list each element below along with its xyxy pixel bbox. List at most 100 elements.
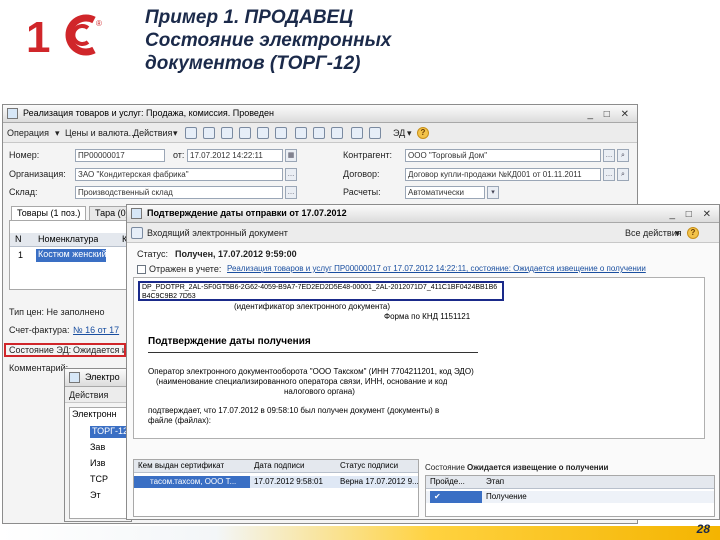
price-type-label[interactable]: Тип цен: Не заполнено — [9, 307, 105, 317]
actions-menu[interactable]: Действия — [69, 388, 108, 402]
footer-bar — [0, 526, 720, 540]
slide-title-line: документов (ТОРГ-12) — [145, 53, 361, 74]
date-label: от: — [173, 150, 185, 160]
row-name[interactable]: Костюм женский — [36, 249, 106, 262]
calendar-icon[interactable]: ▦ — [285, 149, 297, 162]
column-header: Дата подписи — [254, 461, 305, 470]
list-item[interactable]: ТОРГ-12 — [90, 426, 130, 438]
find-icon[interactable] — [275, 127, 287, 139]
document-icon — [7, 108, 18, 119]
signature-status: Верна 17.07.2012 9... — [340, 477, 419, 486]
goods-table: N Номенклатура К 1 Костюм женский — [9, 220, 131, 290]
dropdown-icon[interactable] — [295, 127, 307, 139]
help-icon[interactable]: ? — [417, 127, 429, 139]
delete-icon[interactable] — [239, 127, 251, 139]
slide-title-line: Состояние электронных — [145, 30, 392, 51]
stages-table: Пройде... Этап ✔ Получение — [425, 475, 715, 517]
journal-toolbar: Действия — [65, 387, 131, 403]
inner-title: Входящий электронный документ — [147, 228, 288, 238]
window-controls[interactable]: _ □ ✕ — [669, 206, 715, 222]
settlements-field[interactable]: Автоматически — [405, 186, 485, 199]
operator-line: Оператор электронного документооборота "… — [148, 367, 474, 376]
column-header: Номенклатура — [38, 234, 99, 244]
edo-dropdown-icon[interactable]: ▾ — [407, 126, 412, 140]
window-titlebar: Электро — [65, 369, 131, 387]
edo-status-highlight — [4, 343, 126, 357]
slide-title: Пример 1. ПРОДАВЕЦ Состояние электронных… — [145, 6, 565, 75]
column-header: Кем выдан сертификат — [138, 461, 225, 470]
signature-date: 17.07.2012 9:58:01 — [254, 477, 323, 486]
all-actions-menu[interactable]: Все действия — [625, 226, 682, 240]
confirm-line: подтверждает, что 17.07.2012 в 09:58:10 … — [148, 406, 440, 415]
document-body: DP_PDOTPR_2AL-SF0GT5B6-2G62-4059-B9A7-7E… — [133, 277, 705, 439]
column-header: Этап — [486, 477, 505, 486]
add-icon[interactable] — [185, 127, 197, 139]
edo-journal-window: Электро Действия Электронн ТОРГ-12 Зав И… — [64, 368, 132, 522]
select-button[interactable]: … — [285, 168, 297, 181]
slide-title-line: Пример 1. ПРОДАВЕЦ — [145, 7, 354, 28]
window-controls[interactable]: _ □ ✕ — [587, 106, 633, 122]
main-toolbar: Операция ▾ Цены и валюта... Действия ▾ Э… — [3, 123, 637, 143]
file-id: DP_PDOTPR_2AL-SF0GT5B6-2G62-4059-B9A7-7E… — [138, 281, 504, 301]
list-item[interactable]: ТСР — [90, 474, 108, 484]
organization-field[interactable]: ЗАО "Кондитерская фабрика" — [75, 168, 283, 181]
select-button[interactable]: … — [603, 149, 615, 162]
select-button[interactable]: … — [603, 168, 615, 181]
contract-field[interactable]: Договор купли-продажи №КД001 от 01.11.20… — [405, 168, 601, 181]
list-item[interactable]: Эт — [90, 490, 101, 500]
all-actions-dropdown-icon[interactable]: ▾ — [675, 226, 680, 240]
counterparty-field[interactable]: ООО "Торговый Дом" — [405, 149, 601, 162]
table-row[interactable]: 1 Костюм женский — [10, 249, 130, 262]
file-label: файле (файлах): — [148, 416, 212, 425]
number-field[interactable]: ПР00000017 — [75, 149, 165, 162]
table-row[interactable]: ✔ Получение — [426, 491, 714, 503]
search-icon[interactable]: ⌕ — [617, 168, 629, 181]
search-icon[interactable]: ⌕ — [617, 149, 629, 162]
state-value: Ожидается извещение о получении — [467, 463, 609, 472]
edit-icon[interactable] — [221, 127, 233, 139]
1c-logo: 1 ® — [26, 13, 102, 56]
actions-dropdown-icon[interactable]: ▾ — [173, 126, 178, 140]
page-number: 28 — [696, 522, 710, 536]
tab-goods[interactable]: Товары (1 поз.) — [11, 206, 87, 220]
edo-menu[interactable]: ЭД — [393, 126, 405, 140]
help-icon[interactable]: ? — [687, 227, 699, 239]
list-item[interactable]: Изв — [90, 458, 105, 468]
prices-button[interactable]: Цены и валюта... — [65, 126, 136, 140]
tax-icon[interactable] — [369, 127, 381, 139]
list-item[interactable]: Зав — [90, 442, 105, 452]
tax-org-caption: налогового органа) — [284, 387, 355, 396]
window-title: Электро — [85, 372, 120, 382]
post-icon[interactable] — [257, 127, 269, 139]
source-document-link[interactable]: Реализация товаров и услуг ПР00000017 от… — [227, 264, 646, 273]
operation-menu[interactable]: Операция — [7, 126, 49, 140]
structure-icon[interactable] — [313, 127, 325, 139]
column-header: Статус подписи — [340, 461, 399, 470]
actions-menu[interactable]: Действия — [133, 126, 172, 140]
filter-icon[interactable] — [351, 127, 363, 139]
document-icon — [131, 208, 142, 219]
state-label: Состояние — [425, 463, 465, 472]
column-header: N — [15, 234, 22, 244]
movements-icon[interactable] — [331, 127, 343, 139]
document-heading: Подтверждение даты получения — [148, 336, 311, 347]
warehouse-field[interactable]: Производственный склад — [75, 186, 283, 199]
check-icon: ✔ — [430, 491, 482, 503]
operator-caption: (наименование специализированного операт… — [156, 377, 448, 386]
invoice-label: Счет-фактура: — [9, 325, 70, 335]
select-button[interactable]: … — [285, 186, 297, 199]
status-label: Статус: — [137, 249, 168, 259]
column-header: Пройде... — [430, 477, 465, 486]
invoice-link[interactable]: № 16 от 17 — [73, 325, 119, 335]
row-number: 1 — [18, 250, 24, 260]
window-titlebar: Подтверждение даты отправки от 17.07.201… — [127, 205, 719, 223]
copy-icon[interactable] — [203, 127, 215, 139]
reflected-checkbox[interactable] — [137, 265, 146, 274]
table-row[interactable]: тасом.тахсом, ООО Т... 17.07.2012 9:58:0… — [134, 476, 419, 488]
dropdown-icon[interactable]: ▾ — [487, 186, 499, 199]
window-icon — [69, 372, 80, 383]
operation-dropdown-icon[interactable]: ▾ — [55, 126, 60, 140]
signature-issuer[interactable]: тасом.тахсом, ООО Т... — [134, 476, 250, 488]
counterparty-label: Контрагент: — [343, 150, 393, 160]
date-field[interactable]: 17.07.2012 14:22:11 — [187, 149, 283, 162]
